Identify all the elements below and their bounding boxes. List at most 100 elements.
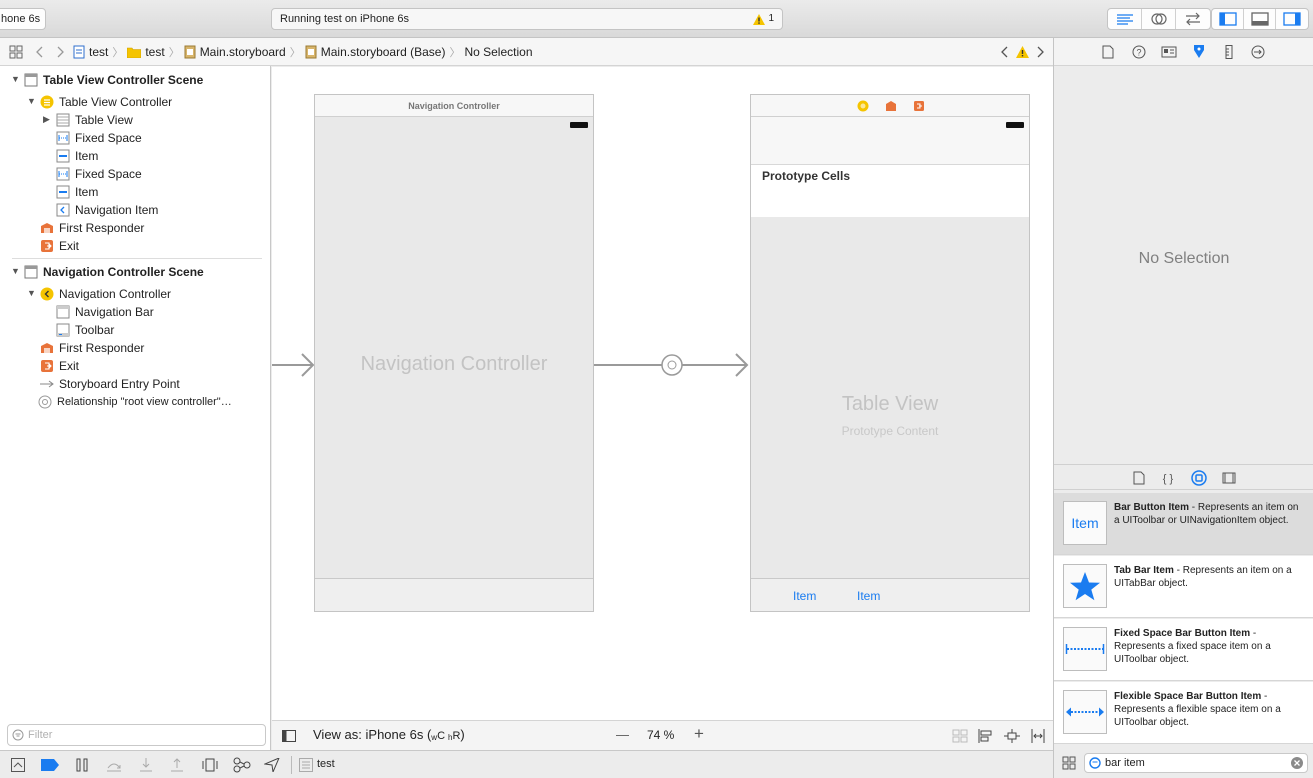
table-view-controller-scene[interactable]: Prototype Cells Table View Prototype Con…: [750, 94, 1030, 612]
library-item-fixed-space[interactable]: Fixed Space Bar Button Item - Represents…: [1054, 619, 1313, 681]
pause-icon[interactable]: [76, 758, 88, 772]
breadcrumb-storyboard[interactable]: Main.storyboard: [184, 45, 286, 59]
outline-row[interactable]: Exit: [40, 357, 79, 375]
outline-row[interactable]: Toolbar: [56, 321, 114, 339]
prototype-cell[interactable]: Prototype Cells: [751, 165, 1029, 217]
outline-row[interactable]: Item: [56, 183, 98, 201]
prototype-content-label: Prototype Content: [841, 424, 939, 438]
version-editor-button[interactable]: [1176, 9, 1210, 29]
outline-row[interactable]: Table View Controller: [40, 93, 172, 111]
disclosure-triangle-open[interactable]: ▼: [11, 266, 20, 276]
toolbar-item-button[interactable]: Item: [857, 589, 880, 603]
first-responder-dock-icon[interactable]: [885, 100, 897, 112]
object-library-icon[interactable]: [1191, 470, 1207, 486]
view-debugger-icon[interactable]: [202, 758, 218, 772]
step-into-icon[interactable]: [138, 758, 154, 772]
navigation-controller-scene[interactable]: Navigation Controller Navigation Control…: [314, 94, 594, 612]
view-as-device-button[interactable]: View as: iPhone 6s (wC hR): [313, 727, 465, 742]
flexible-space-icon: [1066, 707, 1104, 717]
toolbar-item-button[interactable]: Item: [793, 589, 816, 603]
outline-row[interactable]: First Responder: [40, 339, 144, 357]
standard-editor-button[interactable]: [1108, 9, 1142, 29]
step-over-icon[interactable]: [106, 758, 122, 772]
thread-icon[interactable]: [299, 758, 313, 772]
toggle-navigator-button[interactable]: [1212, 9, 1244, 29]
library-item-bar-button-item[interactable]: Item Bar Button Item - Represents an ite…: [1054, 493, 1313, 555]
breadcrumb-selection[interactable]: No Selection: [464, 45, 532, 59]
disclosure-triangle-open[interactable]: ▼: [27, 96, 36, 106]
scheme-device-popup[interactable]: hone 6s: [0, 8, 46, 30]
quick-help-icon[interactable]: ?: [1132, 45, 1146, 59]
align-icon[interactable]: [978, 729, 994, 743]
outline-filter-field[interactable]: Filter: [7, 724, 266, 746]
outline-row[interactable]: Table View Controller Scene: [24, 71, 203, 89]
outline-row[interactable]: Fixed Space: [56, 165, 142, 183]
outline-row[interactable]: Fixed Space: [56, 129, 142, 147]
outline-row[interactable]: Navigation Bar: [56, 303, 154, 321]
attributes-inspector-icon[interactable]: [1191, 44, 1207, 60]
disclosure-triangle-open[interactable]: ▼: [11, 74, 20, 84]
library-search-field[interactable]: bar item: [1084, 753, 1308, 773]
toolbar-icon: [56, 323, 70, 337]
connections-inspector-icon[interactable]: [1251, 45, 1265, 59]
debug-target-label[interactable]: test: [317, 758, 335, 770]
back-chevron-icon[interactable]: [35, 45, 45, 59]
toggle-utilities-button[interactable]: [1276, 9, 1308, 29]
previous-issue-icon[interactable]: [1000, 45, 1010, 59]
assistant-editor-button[interactable]: [1142, 9, 1176, 29]
disclosure-triangle-closed[interactable]: ▶: [43, 114, 50, 125]
stack-icon[interactable]: [952, 729, 968, 743]
hide-debug-area-icon[interactable]: [11, 758, 25, 772]
file-template-library-icon[interactable]: [1133, 471, 1145, 485]
size-inspector-icon[interactable]: [1225, 45, 1233, 59]
breadcrumb-project[interactable]: test: [73, 45, 108, 59]
toggle-outline-icon[interactable]: [282, 730, 296, 742]
warning-icon[interactable]: [1016, 45, 1029, 58]
forward-chevron-icon[interactable]: [55, 45, 65, 59]
zoom-out-button[interactable]: —: [616, 727, 629, 742]
outline-row-label: Exit: [59, 359, 80, 373]
file-inspector-icon[interactable]: [1102, 45, 1114, 59]
nav-controller-placeholder-label: Navigation Controller: [360, 353, 548, 375]
breadcrumb-group[interactable]: test: [127, 45, 165, 59]
identity-inspector-icon[interactable]: [1161, 45, 1177, 59]
size-class-close: ): [460, 727, 465, 742]
view-controller-dock-icon[interactable]: [857, 100, 869, 112]
outline-row[interactable]: First Responder: [40, 219, 144, 237]
scene-dock: [751, 95, 1029, 117]
outline-row[interactable]: Exit: [40, 237, 79, 255]
simulate-location-icon[interactable]: [264, 758, 280, 772]
storyboard-entry-arrow[interactable]: [272, 350, 316, 380]
pin-icon[interactable]: [1004, 729, 1020, 743]
disclosure-triangle-open[interactable]: ▼: [27, 288, 36, 298]
prototype-cells-label: Prototype Cells: [762, 169, 851, 183]
toggle-debug-area-button[interactable]: [1244, 9, 1276, 29]
battery-icon: [570, 122, 588, 128]
code-snippet-library-icon[interactable]: { }: [1161, 471, 1175, 485]
outline-row[interactable]: Item: [56, 147, 98, 165]
outline-row[interactable]: Navigation Controller: [40, 285, 171, 303]
next-issue-icon[interactable]: [1035, 45, 1045, 59]
outline-row[interactable]: Table View: [56, 111, 133, 129]
status-warnings[interactable]: 1: [753, 9, 774, 29]
media-library-icon[interactable]: [1222, 471, 1236, 485]
resolve-autolayout-icon[interactable]: [1030, 729, 1046, 743]
outline-row[interactable]: Storyboard Entry Point: [40, 375, 180, 393]
breadcrumb-storyboard-base[interactable]: Main.storyboard (Base): [305, 45, 445, 59]
root-relationship-segue[interactable]: [594, 350, 750, 380]
outline-row[interactable]: Navigation Controller Scene: [24, 263, 204, 281]
step-out-icon[interactable]: [169, 758, 185, 772]
related-items-icon[interactable]: [9, 45, 23, 59]
clear-search-icon[interactable]: [1291, 757, 1303, 769]
storyboard-canvas[interactable]: Navigation Controller Navigation Control…: [272, 67, 1053, 720]
breakpoints-icon[interactable]: [41, 759, 59, 771]
zoom-in-button[interactable]: +: [694, 724, 704, 744]
outline-row[interactable]: Navigation Item: [56, 201, 158, 219]
outline-row[interactable]: Relationship "root view controller"…: [38, 393, 232, 411]
grid-view-toggle-icon[interactable]: [1062, 756, 1076, 770]
exit-dock-icon[interactable]: [913, 100, 925, 112]
activity-status-view[interactable]: Running test on iPhone 6s 1: [271, 8, 783, 30]
memory-graph-icon[interactable]: [233, 757, 251, 773]
library-item-flexible-space[interactable]: Flexible Space Bar Button Item - Represe…: [1054, 682, 1313, 744]
library-item-tab-bar-item[interactable]: Tab Bar Item - Represents an item on a U…: [1054, 556, 1313, 618]
